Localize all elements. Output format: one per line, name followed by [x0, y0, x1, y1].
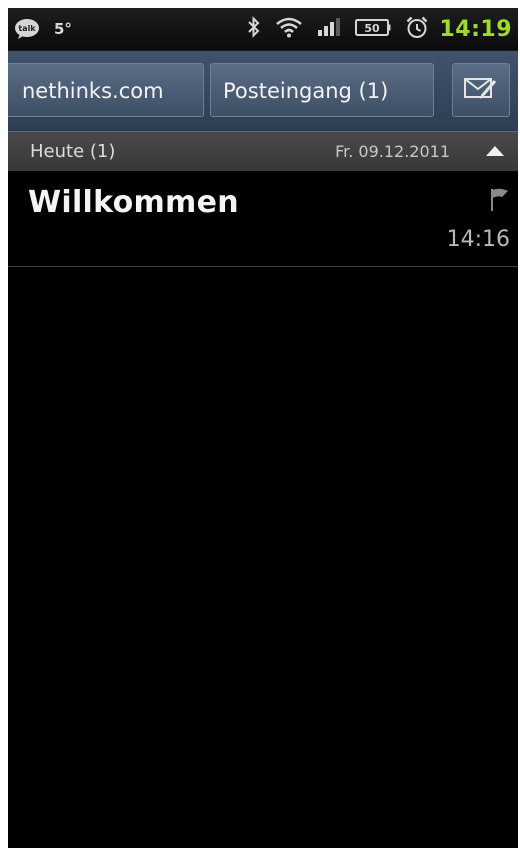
battery-icon: 50 [355, 16, 391, 42]
message-time: 14:16 [446, 227, 510, 252]
status-bar: talk 5° 50 14:19 [8, 8, 518, 51]
bluetooth-icon [247, 16, 261, 42]
alarm-icon [405, 15, 429, 43]
section-title: Heute (1) [30, 141, 116, 162]
email-app-screen: talk 5° 50 14:19 nethinks.com Posteingan… [8, 8, 518, 848]
compose-button[interactable] [452, 63, 510, 117]
folder-selector[interactable]: Posteingang (1) [210, 63, 434, 117]
battery-level: 50 [365, 22, 381, 35]
message-subject: Willkommen [28, 185, 239, 220]
date-section-header[interactable]: Heute (1) Fr. 09.12.2011 [8, 132, 518, 171]
signal-icon [317, 16, 341, 42]
account-selector[interactable]: nethinks.com [8, 63, 204, 117]
wifi-icon [275, 16, 303, 42]
temperature-text: 5° [54, 20, 72, 38]
collapse-arrow-icon[interactable] [486, 146, 504, 156]
section-date: Fr. 09.12.2011 [335, 142, 450, 161]
status-bar-left: talk 5° [14, 8, 72, 50]
status-bar-right: 50 14:19 [233, 8, 512, 50]
compose-mail-icon [464, 76, 498, 104]
talk-icon-label: talk [18, 24, 36, 33]
action-bar: nethinks.com Posteingang (1) [8, 51, 518, 132]
talk-icon: talk [14, 18, 40, 40]
clock-text: 14:19 [439, 16, 512, 42]
flag-icon[interactable] [486, 187, 510, 213]
message-list-item[interactable]: Willkommen 14:16 [8, 171, 518, 267]
